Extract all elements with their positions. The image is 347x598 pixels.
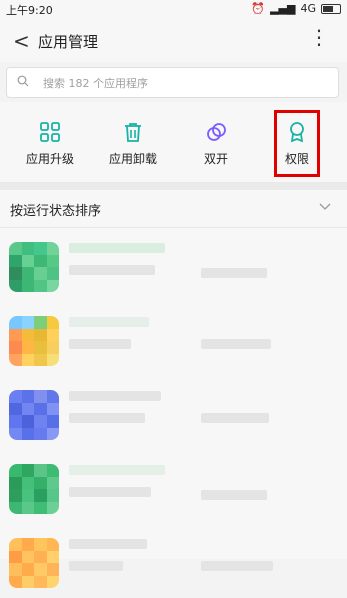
- list-item[interactable]: [0, 228, 347, 302]
- status-time: 上午9:20: [6, 4, 53, 17]
- search-icon: [17, 75, 29, 87]
- app-list: [0, 228, 347, 588]
- search-input[interactable]: 搜索 182 个应用程序: [6, 67, 339, 98]
- app-info-blurred: [69, 561, 123, 571]
- app-info-blurred: [69, 413, 145, 423]
- app-size-blurred: [201, 339, 271, 349]
- more-options-icon[interactable]: ⋮: [309, 27, 329, 47]
- trash-icon: [125, 123, 141, 142]
- status-icons: ⏰ ▂▄▆ 4G: [251, 2, 341, 15]
- app-info-blurred: [69, 265, 155, 275]
- app-bar: < 应用管理 ⋮: [0, 18, 347, 62]
- dual-apps-button[interactable]: 双开: [181, 102, 251, 182]
- app-info-blurred: [69, 487, 151, 497]
- app-info-blurred: [69, 339, 131, 349]
- back-icon[interactable]: <: [13, 29, 30, 53]
- app-uninstall-label: 应用卸载: [108, 152, 157, 166]
- app-icon: [9, 538, 59, 588]
- app-icon: [9, 464, 59, 514]
- app-uninstall-button[interactable]: 应用卸载: [98, 102, 168, 182]
- page-title: 应用管理: [38, 33, 99, 51]
- app-name-blurred: [69, 317, 149, 327]
- sort-dropdown[interactable]: 按运行状态排序: [0, 190, 347, 228]
- app-icon: [9, 316, 59, 366]
- list-item[interactable]: [0, 524, 347, 598]
- app-upgrade-button[interactable]: 应用升级: [15, 102, 85, 182]
- dual-apps-label: 双开: [203, 152, 228, 166]
- app-name-blurred: [69, 391, 161, 401]
- section-divider: [0, 182, 347, 190]
- app-size-blurred: [201, 561, 273, 571]
- app-icon: [9, 242, 59, 292]
- app-name-blurred: [69, 243, 165, 253]
- chevron-down-icon: [319, 203, 331, 210]
- highlight-box: [274, 110, 320, 177]
- app-name-blurred: [69, 539, 147, 549]
- dual-circle-icon: [207, 123, 226, 141]
- list-item[interactable]: [0, 376, 347, 450]
- app-icon: [9, 390, 59, 440]
- signal-icon: ▂▄▆: [270, 2, 296, 15]
- app-size-blurred: [201, 490, 267, 500]
- app-size-blurred: [201, 413, 269, 423]
- app-size-blurred: [201, 268, 267, 278]
- app-name-blurred: [69, 465, 165, 475]
- battery-icon: [321, 3, 341, 14]
- grid-icon: [40, 122, 60, 142]
- network-type: 4G: [300, 2, 316, 15]
- alarm-icon: ⏰: [251, 2, 266, 15]
- search-placeholder: 搜索 182 个应用程序: [43, 77, 148, 90]
- app-upgrade-label: 应用升级: [25, 152, 74, 166]
- list-item[interactable]: [0, 450, 347, 524]
- sort-label: 按运行状态排序: [10, 204, 102, 219]
- status-bar: 上午9:20 ⏰ ▂▄▆ 4G: [0, 0, 347, 18]
- list-item[interactable]: [0, 302, 347, 376]
